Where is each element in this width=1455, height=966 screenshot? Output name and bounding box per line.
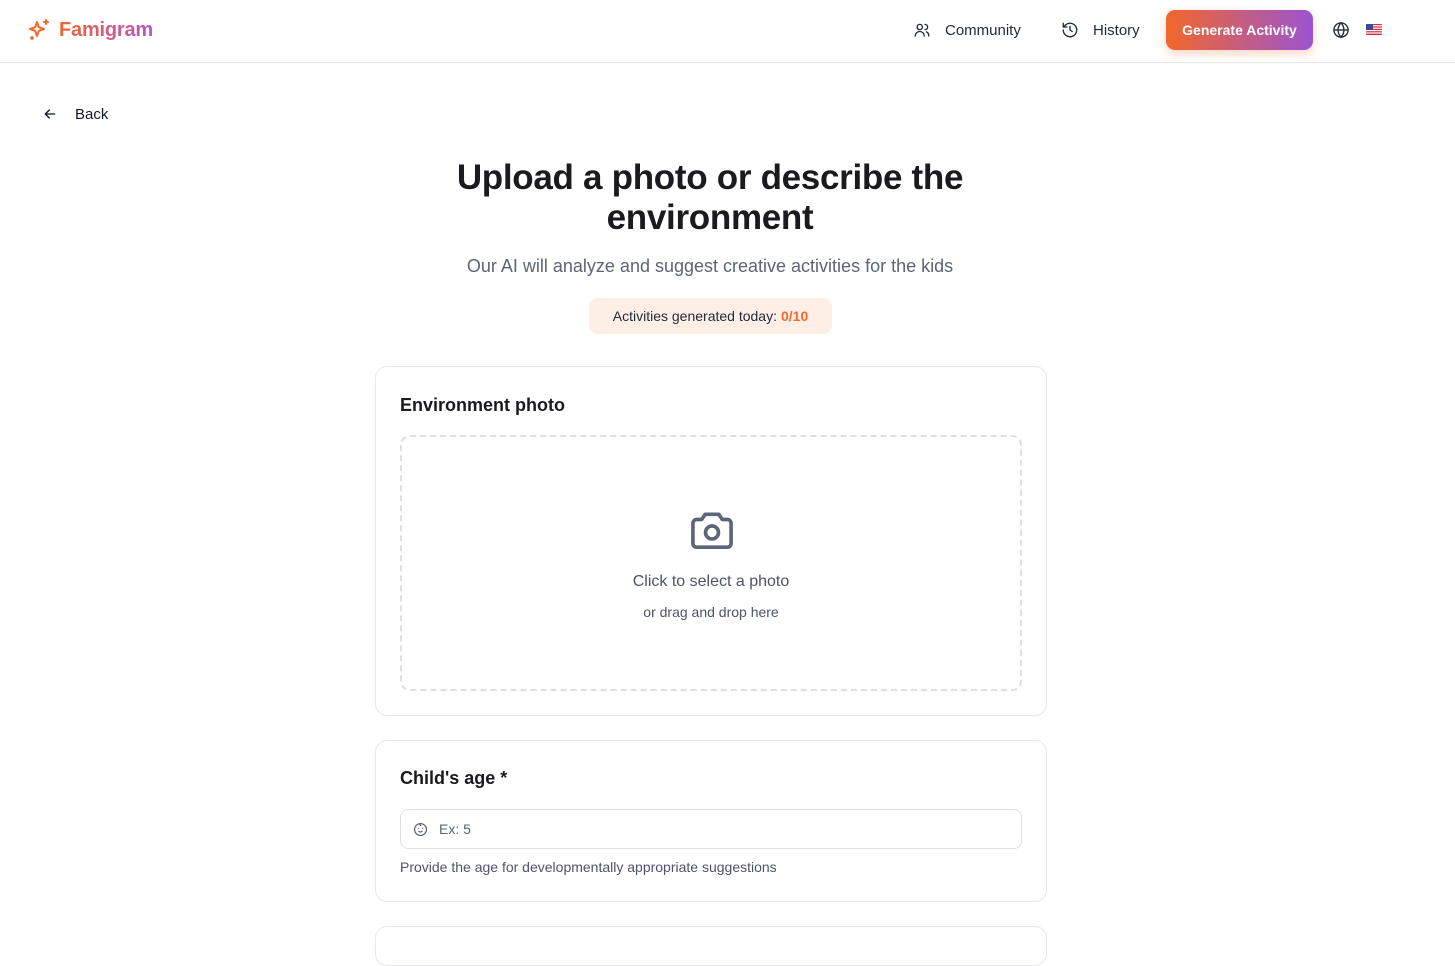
globe-icon[interactable] <box>1332 21 1350 39</box>
history-icon <box>1062 22 1078 38</box>
quota-count: 0/10 <box>780 308 809 324</box>
page-title: Upload a photo or describe the environme… <box>456 158 964 237</box>
nav-history-label: History <box>1093 21 1140 39</box>
environment-photo-title: Environment photo <box>400 395 565 415</box>
us-flag-icon[interactable] <box>1366 24 1382 35</box>
camera-icon <box>691 512 733 549</box>
back-button[interactable]: Back <box>42 103 108 125</box>
child-age-card: Child's age * Provide the age for develo… <box>375 740 1047 902</box>
dropzone-main-text: Click to select a photo <box>632 573 790 590</box>
dropzone-sub-text: or drag and drop here <box>643 604 779 620</box>
child-age-title: Child's age * <box>400 768 508 788</box>
arrow-left-icon <box>44 109 56 119</box>
top-navbar: Famigram Community History Generate Acti… <box>0 0 1455 63</box>
nav-history[interactable]: History <box>1061 18 1140 42</box>
back-label: Back <box>75 105 109 123</box>
environment-photo-card: Environment photo Click to select a phot… <box>375 366 1047 716</box>
child-age-input[interactable] <box>439 810 1009 848</box>
child-age-helper: Provide the age for developmentally appr… <box>400 859 777 875</box>
generate-activity-button[interactable]: Generate Activity <box>1166 10 1313 50</box>
page-subtitle: Our AI will analyze and suggest creative… <box>466 256 954 276</box>
child-age-field[interactable] <box>400 809 1022 849</box>
daily-quota-badge: Activities generated today: 0/10 <box>589 298 832 334</box>
brand-logo[interactable]: Famigram <box>27 17 153 43</box>
sparkles-icon <box>29 19 49 40</box>
brand-name: Famigram <box>59 18 153 41</box>
nav-community[interactable]: Community <box>913 18 1021 42</box>
photo-dropzone[interactable]: Click to select a photo or drag and drop… <box>400 435 1022 691</box>
next-card <box>375 926 1047 966</box>
users-icon <box>914 23 930 37</box>
baby-icon <box>413 822 428 837</box>
nav-community-label: Community <box>945 21 1021 39</box>
quota-label: Activities generated today: <box>612 308 777 324</box>
